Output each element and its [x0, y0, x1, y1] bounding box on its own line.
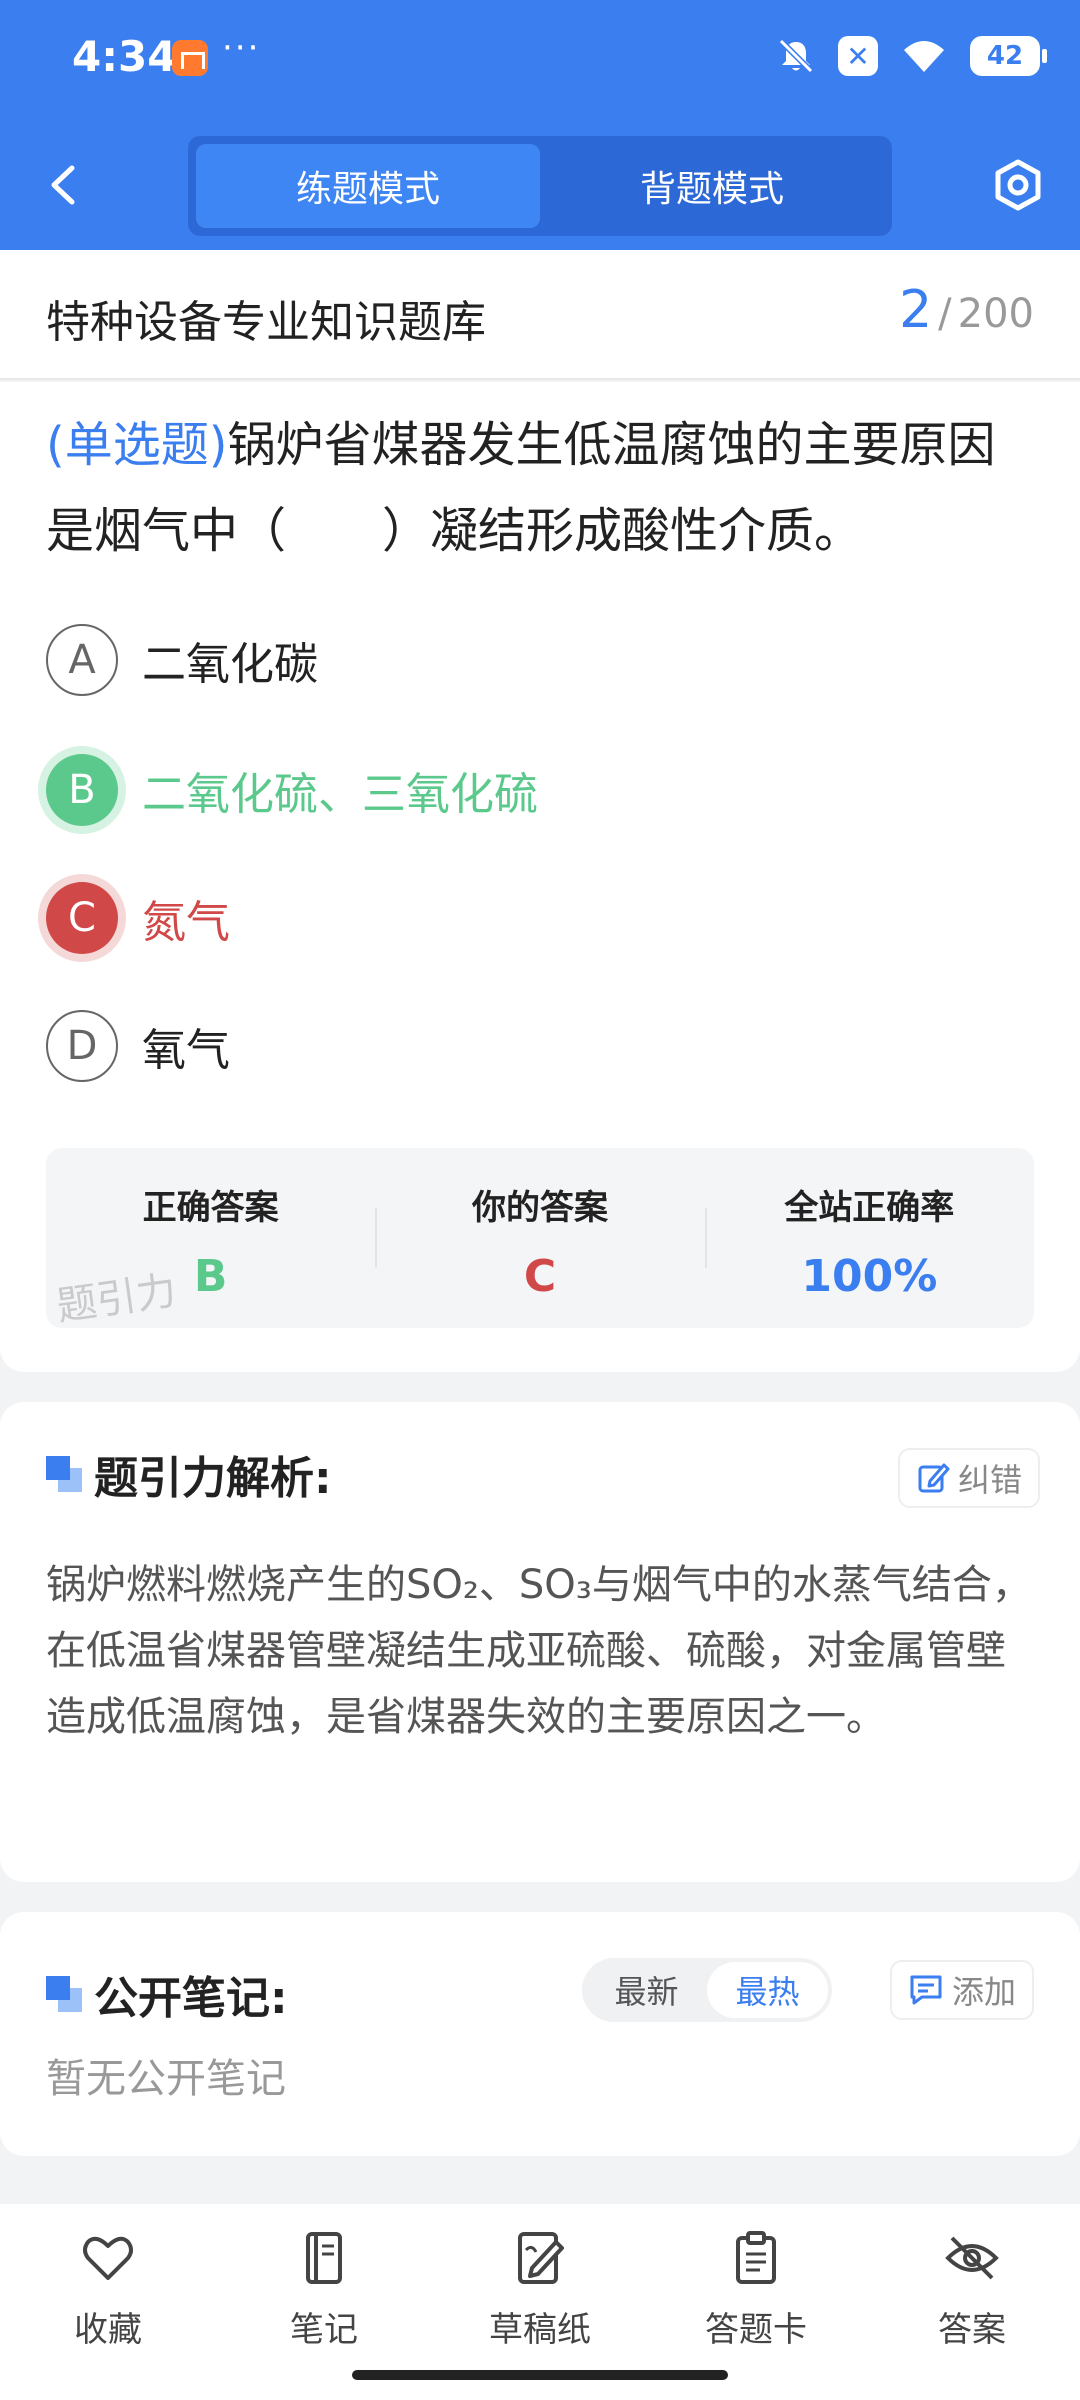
- answer-summary: 正确答案 B 题引力 你的答案 C 全站正确率 100%: [46, 1148, 1034, 1330]
- option-letter: A: [46, 624, 118, 696]
- question-counter[interactable]: 2 / 200: [899, 280, 1034, 340]
- correct-answer-label: 正确答案: [142, 1188, 279, 1228]
- bell-off-icon: [778, 38, 814, 74]
- section-marker-icon: [46, 1456, 84, 1494]
- edit-icon: [918, 1463, 950, 1493]
- analysis-text: 锅炉燃料燃烧产生的SO₂、SO₃与烟气中的水蒸气结合，在低温省煤器管壁凝结生成亚…: [46, 1562, 1032, 1740]
- comment-icon: [910, 1975, 942, 2005]
- option-letter: C: [46, 882, 118, 954]
- analysis-card: 题引力解析: 纠错 锅炉燃料燃烧产生的SO₂、SO₃与烟气中的水蒸气结合，在低温…: [0, 1402, 1080, 1882]
- your-answer-value: C: [523, 1251, 557, 1302]
- option-c[interactable]: C 氮气: [46, 880, 1026, 956]
- question-bank-title: 特种设备专业知识题库: [46, 297, 486, 348]
- add-note-button[interactable]: 添加: [890, 1960, 1035, 2020]
- option-d[interactable]: D 氧气: [46, 1008, 1026, 1084]
- option-text: 二氧化硫、三氧化硫: [142, 769, 538, 820]
- section-marker-icon: [46, 1976, 84, 2014]
- option-text: 氮气: [142, 897, 230, 948]
- correct-answer-column: 正确答案 B 题引力: [46, 1148, 375, 1330]
- status-icons: ✕ 42: [776, 36, 1047, 76]
- nav-answer-toggle[interactable]: 答案: [864, 2204, 1080, 2400]
- sort-newest[interactable]: 最新: [586, 1962, 707, 2018]
- nav-favorite-label: 收藏: [74, 2310, 142, 2350]
- mode-tabs: 练题模式 背题模式: [188, 136, 892, 236]
- hexagon-settings-icon: [995, 159, 1041, 211]
- question-type-label: (单选题): [46, 417, 228, 473]
- nav-favorite[interactable]: 收藏: [0, 2204, 216, 2400]
- option-a[interactable]: A 二氧化碳: [46, 622, 1026, 698]
- app-notification-icon: [172, 40, 208, 76]
- nav-answer-sheet-label: 答题卡: [705, 2310, 807, 2350]
- your-answer-column: 你的答案 C: [375, 1148, 704, 1328]
- counter-separator: /: [938, 291, 952, 337]
- empty-notes-text: 暂无公开笔记: [46, 2056, 286, 2102]
- heart-icon: [83, 2236, 133, 2280]
- site-accuracy-value: 100%: [801, 1251, 938, 1302]
- close-box-icon: ✕: [838, 36, 878, 76]
- status-time: 4:34: [72, 32, 177, 81]
- back-button[interactable]: [36, 150, 96, 220]
- eye-off-icon: [945, 2236, 999, 2280]
- add-note-label: 添加: [952, 1973, 1017, 2011]
- public-notes-title: 公开笔记:: [94, 1973, 288, 2024]
- home-indicator[interactable]: [352, 2370, 728, 2380]
- site-accuracy-label: 全站正确率: [784, 1188, 955, 1228]
- public-notes-card: 公开笔记: 最新 最热 添加 暂无公开笔记: [0, 1912, 1080, 2156]
- question-card: (单选题)锅炉省煤器发生低温腐蚀的主要原因是烟气中（ ）凝结形成酸性介质。 A …: [0, 382, 1080, 1372]
- report-error-button[interactable]: 纠错: [898, 1448, 1041, 1508]
- current-question-number: 2: [899, 280, 933, 340]
- site-accuracy-column: 全站正确率 100%: [704, 1148, 1034, 1328]
- option-letter: B: [46, 754, 118, 826]
- nav-answer-toggle-label: 答案: [938, 2310, 1006, 2350]
- report-error-label: 纠错: [958, 1461, 1023, 1499]
- question-bank-bar: 特种设备专业知识题库 2 / 200: [0, 250, 1080, 380]
- clipboard-icon: [736, 2231, 776, 2284]
- option-text: 二氧化碳: [142, 639, 318, 690]
- chevron-left-icon: [51, 165, 75, 205]
- your-answer-label: 你的答案: [471, 1188, 608, 1228]
- nav-notes-label: 笔记: [290, 2310, 358, 2350]
- settings-button[interactable]: [986, 150, 1050, 220]
- wifi-icon: [904, 41, 944, 72]
- notebook-icon: [306, 2232, 342, 2284]
- total-question-count: 200: [957, 291, 1034, 337]
- option-text: 氧气: [142, 1025, 230, 1076]
- analysis-title: 题引力解析:: [94, 1453, 332, 1504]
- option-b[interactable]: B 二氧化硫、三氧化硫: [46, 752, 1026, 828]
- tab-memorize-mode[interactable]: 背题模式: [540, 144, 884, 228]
- option-letter: D: [46, 1010, 118, 1082]
- tab-practice-mode[interactable]: 练题模式: [196, 144, 540, 228]
- draft-paper-icon: [518, 2232, 564, 2284]
- more-notifications-indicator: ···: [222, 28, 261, 68]
- nav-draft-paper-label: 草稿纸: [489, 2310, 591, 2350]
- top-header: 4:34 ··· ✕ 42 练题模式 背题模式: [0, 0, 1080, 250]
- battery-indicator: 42: [970, 36, 1047, 76]
- notes-sort-toggle: 最新 最热: [582, 1958, 832, 2022]
- question-stem: (单选题)锅炉省煤器发生低温腐蚀的主要原因是烟气中（ ）凝结形成酸性介质。: [46, 402, 1036, 574]
- status-bar: 4:34 ··· ✕ 42: [0, 0, 1080, 120]
- sort-hottest[interactable]: 最热: [707, 1962, 828, 2018]
